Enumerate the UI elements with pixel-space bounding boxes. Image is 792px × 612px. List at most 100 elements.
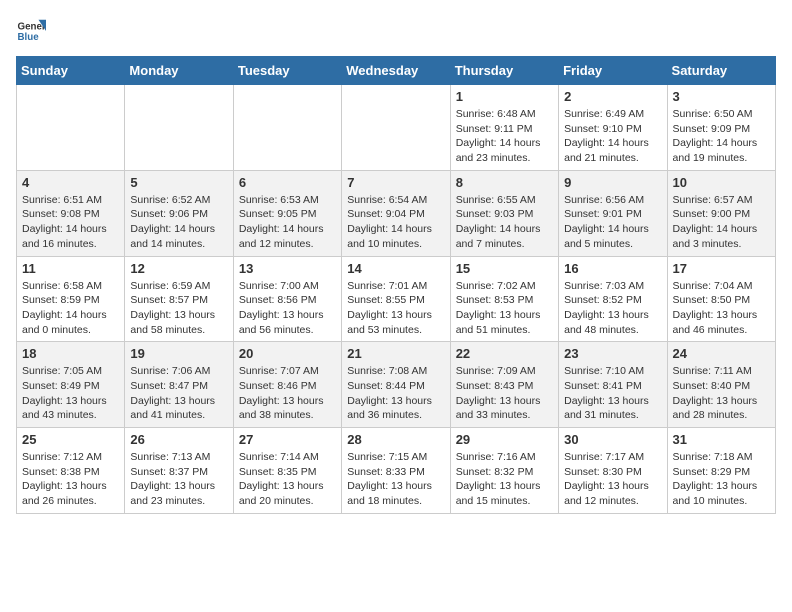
day-number: 27 bbox=[239, 432, 336, 447]
calendar-cell: 11 Sunrise: 6:58 AM Sunset: 8:59 PM Dayli… bbox=[17, 256, 125, 342]
day-number: 1 bbox=[456, 89, 553, 104]
day-info: Sunrise: 6:56 AM Sunset: 9:01 PM Dayligh… bbox=[564, 193, 661, 252]
day-info: Sunrise: 7:05 AM Sunset: 8:49 PM Dayligh… bbox=[22, 364, 119, 423]
calendar-cell: 6Sunrise: 6:53 AM Sunset: 9:05 PM Daylig… bbox=[233, 170, 341, 256]
day-number: 26 bbox=[130, 432, 227, 447]
calendar-cell: 14 Sunrise: 7:01 AM Sunset: 8:55 PM Dayli… bbox=[342, 256, 450, 342]
day-info: Sunrise: 6:59 AM Sunset: 8:57 PM Dayligh… bbox=[130, 279, 227, 338]
day-info: Sunrise: 7:12 AM Sunset: 8:38 PM Dayligh… bbox=[22, 450, 119, 509]
day-info: Sunrise: 7:17 AM Sunset: 8:30 PM Dayligh… bbox=[564, 450, 661, 509]
day-number: 28 bbox=[347, 432, 444, 447]
day-number: 9 bbox=[564, 175, 661, 190]
day-info: Sunrise: 7:15 AM Sunset: 8:33 PM Dayligh… bbox=[347, 450, 444, 509]
weekday-header-monday: Monday bbox=[125, 57, 233, 85]
day-info: Sunrise: 6:49 AM Sunset: 9:10 PM Dayligh… bbox=[564, 107, 661, 166]
calendar-cell: 21 Sunrise: 7:08 AM Sunset: 8:44 PM Dayli… bbox=[342, 342, 450, 428]
calendar-week-row: 4 Sunrise: 6:51 AM Sunset: 9:08 PM Daylig… bbox=[17, 170, 776, 256]
day-number: 12 bbox=[130, 261, 227, 276]
day-number: 2 bbox=[564, 89, 661, 104]
day-info: Sunrise: 6:50 AM Sunset: 9:09 PM Dayligh… bbox=[673, 107, 770, 166]
weekday-header-row: SundayMondayTuesdayWednesdayThursdayFrid… bbox=[17, 57, 776, 85]
calendar-cell: 30 Sunrise: 7:17 AM Sunset: 8:30 PM Dayli… bbox=[559, 428, 667, 514]
calendar-cell bbox=[125, 85, 233, 171]
weekday-header-wednesday: Wednesday bbox=[342, 57, 450, 85]
day-info: Sunrise: 6:54 AM Sunset: 9:04 PM Dayligh… bbox=[347, 193, 444, 252]
calendar-cell: 24Sunrise: 7:11 AM Sunset: 8:40 PM Dayli… bbox=[667, 342, 775, 428]
weekday-header-thursday: Thursday bbox=[450, 57, 558, 85]
day-info: Sunrise: 7:03 AM Sunset: 8:52 PM Dayligh… bbox=[564, 279, 661, 338]
svg-text:Blue: Blue bbox=[18, 32, 40, 43]
day-info: Sunrise: 7:11 AM Sunset: 8:40 PM Dayligh… bbox=[673, 364, 770, 423]
calendar-cell: 8Sunrise: 6:55 AM Sunset: 9:03 PM Daylig… bbox=[450, 170, 558, 256]
day-number: 5 bbox=[130, 175, 227, 190]
day-number: 30 bbox=[564, 432, 661, 447]
day-number: 13 bbox=[239, 261, 336, 276]
calendar-cell bbox=[233, 85, 341, 171]
day-number: 16 bbox=[564, 261, 661, 276]
day-info: Sunrise: 7:01 AM Sunset: 8:55 PM Dayligh… bbox=[347, 279, 444, 338]
day-info: Sunrise: 7:07 AM Sunset: 8:46 PM Dayligh… bbox=[239, 364, 336, 423]
logo: General Blue bbox=[16, 16, 50, 46]
calendar-week-row: 25 Sunrise: 7:12 AM Sunset: 8:38 PM Dayli… bbox=[17, 428, 776, 514]
calendar-week-row: 11 Sunrise: 6:58 AM Sunset: 8:59 PM Dayli… bbox=[17, 256, 776, 342]
day-number: 19 bbox=[130, 346, 227, 361]
day-number: 4 bbox=[22, 175, 119, 190]
day-info: Sunrise: 7:04 AM Sunset: 8:50 PM Dayligh… bbox=[673, 279, 770, 338]
calendar-cell: 13 Sunrise: 7:00 AM Sunset: 8:56 PM Dayli… bbox=[233, 256, 341, 342]
day-number: 8 bbox=[456, 175, 553, 190]
calendar-cell: 1 Sunrise: 6:48 AM Sunset: 9:11 PM Daylig… bbox=[450, 85, 558, 171]
calendar-cell: 9 Sunrise: 6:56 AM Sunset: 9:01 PM Daylig… bbox=[559, 170, 667, 256]
weekday-header-saturday: Saturday bbox=[667, 57, 775, 85]
calendar-cell: 28 Sunrise: 7:15 AM Sunset: 8:33 PM Dayli… bbox=[342, 428, 450, 514]
day-info: Sunrise: 7:08 AM Sunset: 8:44 PM Dayligh… bbox=[347, 364, 444, 423]
day-number: 20 bbox=[239, 346, 336, 361]
logo-icon: General Blue bbox=[16, 16, 46, 46]
calendar-cell: 15Sunrise: 7:02 AM Sunset: 8:53 PM Dayli… bbox=[450, 256, 558, 342]
day-info: Sunrise: 7:13 AM Sunset: 8:37 PM Dayligh… bbox=[130, 450, 227, 509]
day-info: Sunrise: 7:18 AM Sunset: 8:29 PM Dayligh… bbox=[673, 450, 770, 509]
day-info: Sunrise: 7:02 AM Sunset: 8:53 PM Dayligh… bbox=[456, 279, 553, 338]
calendar-cell: 17 Sunrise: 7:04 AM Sunset: 8:50 PM Dayli… bbox=[667, 256, 775, 342]
calendar-cell: 4 Sunrise: 6:51 AM Sunset: 9:08 PM Daylig… bbox=[17, 170, 125, 256]
calendar-cell: 26 Sunrise: 7:13 AM Sunset: 8:37 PM Dayli… bbox=[125, 428, 233, 514]
day-number: 17 bbox=[673, 261, 770, 276]
calendar-cell: 19 Sunrise: 7:06 AM Sunset: 8:47 PM Dayli… bbox=[125, 342, 233, 428]
day-info: Sunrise: 7:14 AM Sunset: 8:35 PM Dayligh… bbox=[239, 450, 336, 509]
day-number: 10 bbox=[673, 175, 770, 190]
day-number: 7 bbox=[347, 175, 444, 190]
calendar-cell: 23 Sunrise: 7:10 AM Sunset: 8:41 PM Dayli… bbox=[559, 342, 667, 428]
day-info: Sunrise: 6:48 AM Sunset: 9:11 PM Dayligh… bbox=[456, 107, 553, 166]
day-number: 25 bbox=[22, 432, 119, 447]
calendar-cell: 16 Sunrise: 7:03 AM Sunset: 8:52 PM Dayli… bbox=[559, 256, 667, 342]
calendar-week-row: 18 Sunrise: 7:05 AM Sunset: 8:49 PM Dayli… bbox=[17, 342, 776, 428]
day-number: 18 bbox=[22, 346, 119, 361]
day-info: Sunrise: 7:06 AM Sunset: 8:47 PM Dayligh… bbox=[130, 364, 227, 423]
calendar-cell: 25 Sunrise: 7:12 AM Sunset: 8:38 PM Dayli… bbox=[17, 428, 125, 514]
calendar-cell: 29 Sunrise: 7:16 AM Sunset: 8:32 PM Dayli… bbox=[450, 428, 558, 514]
calendar-cell bbox=[342, 85, 450, 171]
day-number: 23 bbox=[564, 346, 661, 361]
day-number: 11 bbox=[22, 261, 119, 276]
day-info: Sunrise: 6:58 AM Sunset: 8:59 PM Dayligh… bbox=[22, 279, 119, 338]
day-number: 29 bbox=[456, 432, 553, 447]
day-number: 31 bbox=[673, 432, 770, 447]
day-number: 21 bbox=[347, 346, 444, 361]
day-info: Sunrise: 6:52 AM Sunset: 9:06 PM Dayligh… bbox=[130, 193, 227, 252]
day-number: 22 bbox=[456, 346, 553, 361]
calendar-cell bbox=[17, 85, 125, 171]
calendar-cell: 3Sunrise: 6:50 AM Sunset: 9:09 PM Daylig… bbox=[667, 85, 775, 171]
day-info: Sunrise: 6:51 AM Sunset: 9:08 PM Dayligh… bbox=[22, 193, 119, 252]
calendar-table: SundayMondayTuesdayWednesdayThursdayFrid… bbox=[16, 56, 776, 514]
day-number: 14 bbox=[347, 261, 444, 276]
day-number: 6 bbox=[239, 175, 336, 190]
day-info: Sunrise: 7:00 AM Sunset: 8:56 PM Dayligh… bbox=[239, 279, 336, 338]
calendar-week-row: 1 Sunrise: 6:48 AM Sunset: 9:11 PM Daylig… bbox=[17, 85, 776, 171]
calendar-cell: 2 Sunrise: 6:49 AM Sunset: 9:10 PM Daylig… bbox=[559, 85, 667, 171]
day-info: Sunrise: 7:09 AM Sunset: 8:43 PM Dayligh… bbox=[456, 364, 553, 423]
weekday-header-sunday: Sunday bbox=[17, 57, 125, 85]
day-info: Sunrise: 6:57 AM Sunset: 9:00 PM Dayligh… bbox=[673, 193, 770, 252]
calendar-cell: 12 Sunrise: 6:59 AM Sunset: 8:57 PM Dayli… bbox=[125, 256, 233, 342]
calendar-cell: 31 Sunrise: 7:18 AM Sunset: 8:29 PM Dayli… bbox=[667, 428, 775, 514]
day-info: Sunrise: 7:16 AM Sunset: 8:32 PM Dayligh… bbox=[456, 450, 553, 509]
day-info: Sunrise: 7:10 AM Sunset: 8:41 PM Dayligh… bbox=[564, 364, 661, 423]
